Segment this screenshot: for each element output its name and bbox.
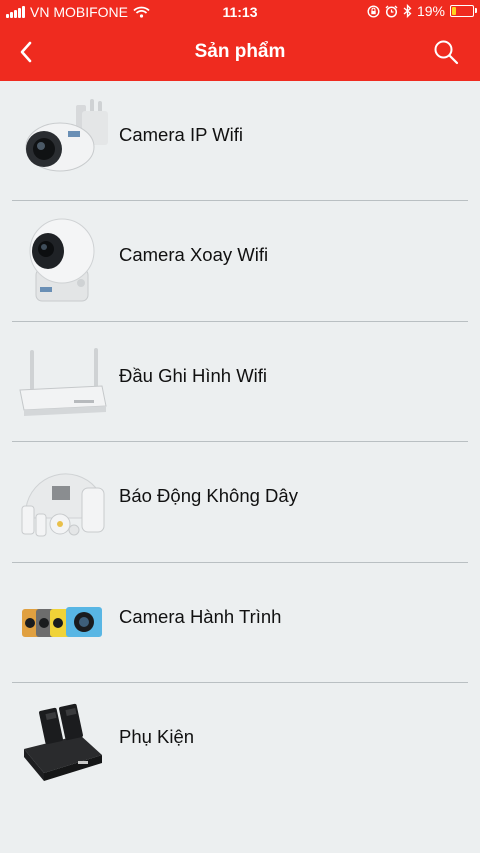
status-bar: VN MOBIFONE 11:13 19% [0,0,480,24]
battery-level-fill [452,7,456,15]
product-label: Phụ Kiện [119,725,195,747]
product-label: Camera Hành Trình [119,605,282,627]
battery-icon [450,5,477,17]
status-right: 19% [367,3,477,19]
page-title: Sản phẩm [194,41,286,62]
product-item-bao-dong-khong-day[interactable]: Báo Động Không Dây [12,442,468,563]
alarm-kit-image [21,473,105,537]
bluetooth-icon [403,4,412,18]
product-item-phu-kien[interactable]: Phụ Kiện [12,683,468,803]
battery-charger-image [24,703,102,781]
product-item-camera-hanh-trinh[interactable]: Camera Hành Trình [12,563,468,683]
product-label: Đầu Ghi Hình Wifi [119,364,268,386]
battery-percent: 19% [416,3,445,19]
product-label: Camera IP Wifi [119,124,244,145]
product-label: Báo Động Không Dây [119,485,298,507]
product-item-camera-ip-wifi[interactable]: Camera IP Wifi [12,81,468,202]
action-camera-image [22,606,102,637]
search-button[interactable] [430,36,462,68]
product-label: Camera Xoay Wifi [119,244,269,266]
header-bar: Sản phẩm [0,24,480,81]
product-item-dau-ghi-hinh-wifi[interactable]: Đầu Ghi Hình Wifi [12,322,468,443]
rotation-lock-icon [367,4,380,18]
product-list: Camera IP Wifi Camera Xoay Wifi Đầu Ghi … [0,81,480,803]
bullet-camera-image [25,99,108,172]
search-icon [434,40,459,65]
product-item-camera-xoay-wifi[interactable]: Camera Xoay Wifi [12,201,468,322]
alarm-icon [385,5,398,18]
nvr-recorder-image [19,347,107,416]
dome-camera-image [29,218,95,302]
